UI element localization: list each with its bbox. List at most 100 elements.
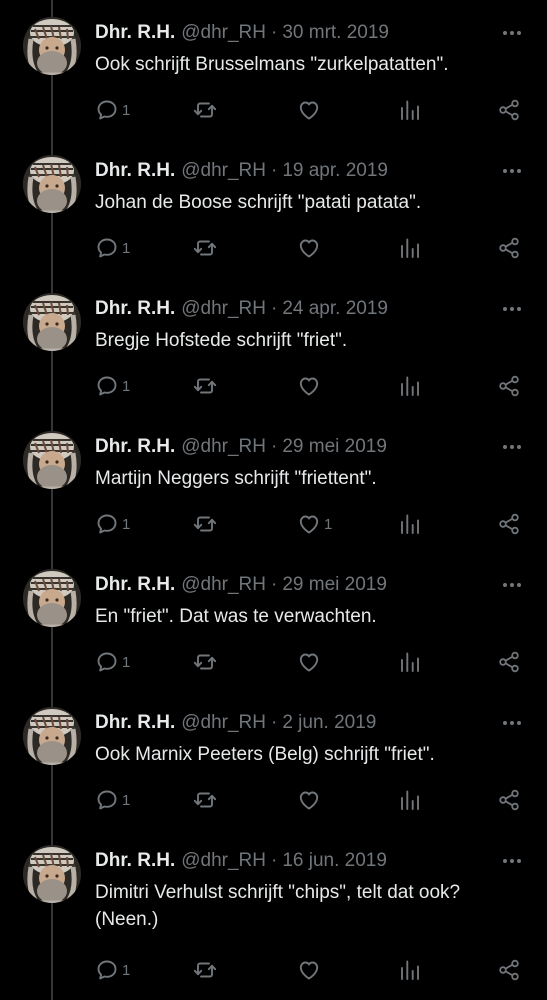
avatar[interactable] [23, 293, 81, 351]
reply-button[interactable]: 1 [95, 957, 130, 983]
tweet-actions: 1 [95, 97, 525, 123]
views-button[interactable] [398, 235, 422, 261]
tweet-date[interactable]: 19 apr. 2019 [282, 160, 388, 181]
retweet-button[interactable] [193, 957, 220, 983]
author-handle[interactable]: @dhr_RH [181, 850, 266, 871]
author-name[interactable]: Dhr. R.H. [95, 436, 175, 457]
more-button[interactable] [499, 160, 525, 182]
tweet[interactable]: Dhr. R.H. @dhr_RH · 30 mrt. 2019 Ook schrij… [0, 0, 547, 138]
more-button[interactable] [499, 712, 525, 734]
avatar[interactable] [23, 155, 81, 213]
tweet-date[interactable]: 30 mrt. 2019 [282, 22, 389, 43]
share-button[interactable] [497, 511, 521, 537]
avatar[interactable] [23, 707, 81, 765]
heart-icon [299, 101, 319, 120]
tweet[interactable]: Dhr. R.H. @dhr_RH · 16 jun. 2019 Dimitri Ve… [0, 828, 547, 1000]
author-name[interactable]: Dhr. R.H. [95, 298, 175, 319]
share-button[interactable] [497, 235, 521, 261]
tweet-actions: 1 1 [95, 511, 525, 537]
author-handle[interactable]: @dhr_RH [181, 712, 266, 733]
share-button[interactable] [497, 787, 521, 813]
bar-chart-icon [401, 376, 419, 396]
share-button[interactable] [497, 957, 521, 983]
author-name[interactable]: Dhr. R.H. [95, 712, 175, 733]
separator-dot: · [271, 160, 278, 181]
tweet-date[interactable]: 16 jun. 2019 [282, 850, 387, 871]
retweet-button[interactable] [193, 511, 220, 537]
views-button[interactable] [398, 373, 422, 399]
like-button[interactable]: 1 [297, 511, 332, 537]
more-button[interactable] [499, 436, 525, 458]
bar-chart-icon [401, 100, 419, 120]
author-handle[interactable]: @dhr_RH [181, 160, 266, 181]
reply-button[interactable]: 1 [95, 97, 130, 123]
reply-button[interactable]: 1 [95, 511, 130, 537]
tweet-actions: 1 [95, 373, 525, 399]
retweet-button[interactable] [193, 649, 220, 675]
heart-icon [299, 377, 319, 396]
reply-count: 1 [122, 653, 131, 671]
share-button[interactable] [497, 373, 521, 399]
like-button[interactable] [297, 373, 324, 399]
avatar[interactable] [23, 17, 81, 75]
tweet[interactable]: Dhr. R.H. @dhr_RH · 29 mei 2019 Martijn Neg… [0, 414, 547, 552]
reply-button[interactable]: 1 [95, 373, 130, 399]
author-name[interactable]: Dhr. R.H. [95, 160, 175, 181]
heart-icon [299, 515, 319, 534]
views-button[interactable] [398, 649, 422, 675]
like-button[interactable] [297, 97, 324, 123]
retweet-arrows-icon [193, 240, 217, 256]
tweet-text: Martijn Neggers schrijft "friettent". [95, 468, 377, 489]
tweet-date[interactable]: 2 jun. 2019 [282, 712, 376, 733]
reply-button[interactable]: 1 [95, 787, 130, 813]
share-button[interactable] [497, 97, 521, 123]
separator-dot: · [271, 22, 278, 43]
avatar[interactable] [23, 845, 81, 903]
tweet[interactable]: Dhr. R.H. @dhr_RH · 29 mei 2019 En "friet".… [0, 552, 547, 690]
share-nodes-icon [499, 99, 519, 121]
author-handle[interactable]: @dhr_RH [181, 436, 266, 457]
more-button[interactable] [499, 850, 525, 872]
like-count: 1 [324, 515, 333, 533]
tweet-actions: 1 [95, 235, 525, 261]
author-name[interactable]: Dhr. R.H. [95, 850, 175, 871]
speech-bubble-icon [97, 376, 117, 396]
more-button[interactable] [499, 298, 525, 320]
separator-dot: · [271, 436, 278, 457]
tweet[interactable]: Dhr. R.H. @dhr_RH · 24 apr. 2019 Bregje Hof… [0, 276, 547, 414]
views-button[interactable] [398, 787, 422, 813]
reply-button[interactable]: 1 [95, 235, 130, 261]
author-name[interactable]: Dhr. R.H. [95, 574, 175, 595]
avatar[interactable] [23, 431, 81, 489]
reply-button[interactable]: 1 [95, 649, 130, 675]
tweet[interactable]: Dhr. R.H. @dhr_RH · 2 jun. 2019 Ook Marnix … [0, 690, 547, 828]
tweet-text: Johan de Boose schrijft "patati patata". [95, 192, 422, 213]
tweet-date[interactable]: 24 apr. 2019 [282, 298, 388, 319]
tweet[interactable]: Dhr. R.H. @dhr_RH · 19 apr. 2019 Johan de B… [0, 138, 547, 276]
views-button[interactable] [398, 511, 422, 537]
avatar[interactable] [23, 569, 81, 627]
like-button[interactable] [297, 649, 324, 675]
author-handle[interactable]: @dhr_RH [181, 298, 266, 319]
author-name[interactable]: Dhr. R.H. [95, 22, 175, 43]
retweet-button[interactable] [193, 373, 220, 399]
share-button[interactable] [497, 649, 521, 675]
tweet-date[interactable]: 29 mei 2019 [282, 436, 387, 457]
retweet-button[interactable] [193, 235, 220, 261]
ellipsis-icon [503, 307, 521, 311]
like-button[interactable] [297, 787, 324, 813]
more-button[interactable] [499, 574, 525, 596]
more-button[interactable] [499, 22, 525, 44]
author-handle[interactable]: @dhr_RH [181, 22, 266, 43]
retweet-button[interactable] [193, 97, 220, 123]
reply-count: 1 [122, 961, 131, 979]
views-button[interactable] [398, 97, 422, 123]
separator-dot: · [271, 298, 278, 319]
like-button[interactable] [297, 957, 324, 983]
retweet-button[interactable] [193, 787, 220, 813]
retweet-arrows-icon [193, 962, 217, 978]
views-button[interactable] [398, 957, 422, 983]
author-handle[interactable]: @dhr_RH [181, 574, 266, 595]
tweet-date[interactable]: 29 mei 2019 [282, 574, 387, 595]
like-button[interactable] [297, 235, 324, 261]
